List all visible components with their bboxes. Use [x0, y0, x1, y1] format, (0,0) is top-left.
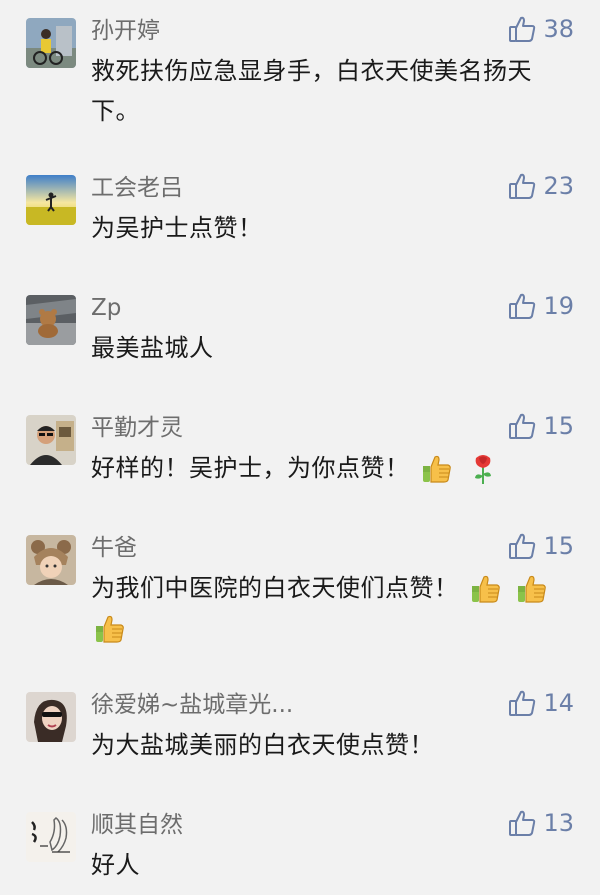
thumbs-up-outline-icon [509, 293, 536, 319]
like-count: 38 [543, 15, 574, 43]
comment-list: 孙开婷 38 救死扶伤应急显身手，白衣天使美名扬天下。 工会老吕 23 为吴护士… [0, 0, 600, 895]
commenter-name[interactable]: 牛爸 [91, 533, 137, 563]
thumbs-up-emoji-icon [420, 452, 454, 486]
like-button[interactable]: 19 [507, 291, 574, 321]
thumbs-up-emoji-icon [93, 612, 127, 646]
thumbs-up-outline-icon [509, 16, 536, 42]
like-button[interactable]: 15 [507, 531, 574, 561]
avatar[interactable] [26, 812, 76, 862]
like-button[interactable]: 38 [507, 14, 574, 44]
thumbs-up-outline-icon [509, 690, 536, 716]
commenter-name[interactable]: 孙开婷 [91, 16, 160, 46]
like-count: 14 [543, 689, 574, 717]
thumbs-up-outline-icon [509, 413, 536, 439]
avatar[interactable] [26, 535, 76, 585]
like-count: 23 [543, 172, 574, 200]
commenter-name[interactable]: 顺其自然 [91, 810, 183, 840]
avatar[interactable] [26, 692, 76, 742]
thumbs-up-outline-icon [509, 810, 536, 836]
comment-text: 救死扶伤应急显身手，白衣天使美名扬天下。 [91, 57, 532, 125]
like-count: 13 [543, 809, 574, 837]
like-button[interactable]: 15 [507, 411, 574, 441]
comment-text: 最美盐城人 [91, 334, 214, 362]
comment-text: 为我们中医院的白衣天使们点赞！ [91, 568, 571, 648]
comment-text-body: 为我们中医院的白衣天使们点赞！ [91, 574, 459, 602]
like-count: 19 [543, 292, 574, 320]
thumbs-up-emoji-icon [515, 572, 549, 606]
avatar[interactable] [26, 175, 76, 225]
like-count: 15 [543, 412, 574, 440]
like-button[interactable]: 14 [507, 688, 574, 718]
comment-text: 为大盐城美丽的白衣天使点赞！ [91, 731, 434, 759]
like-button[interactable]: 13 [507, 808, 574, 838]
like-count: 15 [543, 532, 574, 560]
thumbs-up-outline-icon [509, 533, 536, 559]
commenter-name[interactable]: 工会老吕 [91, 173, 183, 203]
thumbs-up-outline-icon [509, 173, 536, 199]
commenter-name[interactable]: 徐爱娣~盐城章光... [91, 690, 293, 720]
commenter-name[interactable]: Zp [91, 293, 121, 323]
comment-text: 为吴护士点赞！ [91, 214, 263, 242]
commenter-name[interactable]: 平勤才灵 [91, 413, 183, 443]
comment-text: 好样的！吴护士，为你点赞！ [91, 448, 561, 488]
comment-text: 好人 [91, 851, 140, 879]
comment-text-body: 好样的！吴护士，为你点赞！ [91, 454, 410, 482]
avatar[interactable] [26, 295, 76, 345]
rose-emoji-icon [466, 452, 500, 486]
thumbs-up-emoji-icon [469, 572, 503, 606]
like-button[interactable]: 23 [507, 171, 574, 201]
avatar[interactable] [26, 415, 76, 465]
avatar[interactable] [26, 18, 76, 68]
